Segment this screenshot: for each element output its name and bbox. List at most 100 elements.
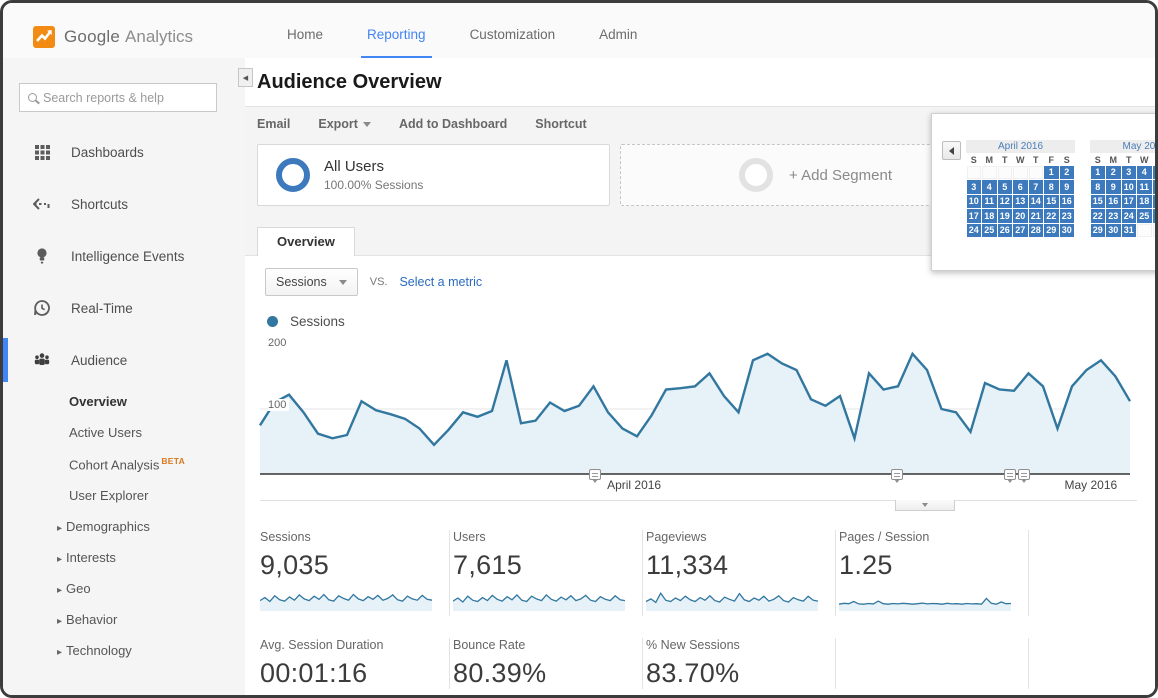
calendar-day[interactable]: 25 (982, 224, 997, 238)
calendar-day[interactable]: 24 (967, 224, 982, 238)
select-metric-link[interactable]: Select a metric (399, 275, 482, 289)
annotation-marker-icon[interactable] (891, 469, 903, 480)
calendar-day[interactable]: 24 (1122, 209, 1137, 223)
calendar-day[interactable]: 14 (1029, 195, 1044, 209)
calendar-day[interactable]: 16 (1060, 195, 1075, 209)
calendar-day[interactable]: 23 (1060, 209, 1075, 223)
topnav-admin[interactable]: Admin (579, 13, 657, 60)
sidebar-item-dashboards[interactable]: Dashboards (3, 126, 245, 178)
topnav-home[interactable]: Home (267, 13, 343, 60)
calendar-day[interactable]: 22 (1044, 209, 1059, 223)
calendar-day[interactable]: 8 (1044, 180, 1059, 194)
calendar-day[interactable]: 9 (1106, 180, 1121, 194)
toolbar-shortcut[interactable]: Shortcut (535, 117, 586, 131)
calendar-day[interactable]: 16 (1106, 195, 1121, 209)
sidebar-item-intelligence-events[interactable]: Intelligence Events (3, 230, 245, 282)
weekday-label: F (1044, 155, 1060, 165)
calendar-day[interactable]: 26 (1153, 209, 1158, 223)
calendar-day[interactable]: 15 (1091, 195, 1106, 209)
sidebar-collapse-button[interactable]: ◀ (238, 68, 253, 87)
calendar-day[interactable]: 13 (1013, 195, 1028, 209)
calendar-day[interactable]: 5 (998, 180, 1013, 194)
subnav-item-interests[interactable]: ▸Interests (3, 542, 245, 573)
calendar-day[interactable]: 18 (1137, 195, 1152, 209)
topnav-customization[interactable]: Customization (450, 13, 576, 60)
calendar-day[interactable]: 5 (1153, 166, 1158, 180)
calendar-day[interactable]: 18 (982, 209, 997, 223)
calendar-day[interactable]: 23 (1106, 209, 1121, 223)
calendar-day[interactable]: 27 (1013, 224, 1028, 238)
calendar-week-row: 10111213141516 (966, 194, 1075, 209)
calendar-day[interactable]: 9 (1060, 180, 1075, 194)
search-input[interactable] (43, 91, 203, 105)
calendar-day[interactable]: 19 (998, 209, 1013, 223)
primary-metric-dropdown[interactable]: Sessions (265, 268, 358, 296)
calendar-day[interactable]: 10 (1122, 180, 1137, 194)
subnav-item-cohort-analysis[interactable]: Cohort AnalysisBETA (3, 448, 245, 480)
subnav-item-technology[interactable]: ▸Technology (3, 635, 245, 666)
expand-arrow-icon: ▸ (57, 647, 62, 658)
annotation-marker-icon[interactable] (1004, 469, 1016, 480)
segment-all-users[interactable]: All Users 100.00% Sessions (257, 144, 610, 206)
annotation-marker-icon[interactable] (589, 469, 601, 480)
toolbar-export[interactable]: Export (318, 117, 371, 131)
subnav-item-behavior[interactable]: ▸Behavior (3, 604, 245, 635)
calendar-day[interactable]: 1 (1044, 166, 1059, 180)
sidebar-item-shortcuts[interactable]: Shortcuts (3, 178, 245, 230)
calendar-day[interactable]: 6 (1013, 180, 1028, 194)
subnav-item-active-users[interactable]: Active Users (3, 417, 245, 448)
subnav-item-demographics[interactable]: ▸Demographics (3, 511, 245, 542)
sidebar-item-real-time[interactable]: Real-Time (3, 282, 245, 334)
weekday-label: M (982, 155, 998, 165)
calendar-day[interactable]: 15 (1044, 195, 1059, 209)
calendar-day[interactable]: 12 (998, 195, 1013, 209)
calendar-day[interactable]: 30 (1106, 224, 1121, 238)
calendar-day[interactable]: 29 (1091, 224, 1106, 238)
annotations-toggle-button[interactable] (895, 500, 955, 511)
calendar-day[interactable]: 3 (1122, 166, 1137, 180)
google-analytics-logo[interactable]: Google Analytics (33, 26, 261, 48)
calendar-day[interactable]: 11 (1137, 180, 1152, 194)
app-window: Google Analytics HomeReportingCustomizat… (0, 0, 1158, 698)
topnav-reporting[interactable]: Reporting (347, 13, 446, 60)
calendar-day[interactable]: 10 (967, 195, 982, 209)
calendar-day[interactable]: 17 (967, 209, 982, 223)
expand-arrow-icon: ▸ (57, 523, 62, 534)
calendar-day[interactable]: 1 (1091, 166, 1106, 180)
search-box[interactable] (19, 83, 217, 112)
calendar-day[interactable]: 7 (1029, 180, 1044, 194)
calendar-day[interactable]: 12 (1153, 180, 1158, 194)
toolbar-add-to-dashboard[interactable]: Add to Dashboard (399, 117, 507, 131)
calendar-day[interactable]: 19 (1153, 195, 1158, 209)
sidebar-item-label: Real-Time (71, 301, 133, 316)
calendar-day[interactable]: 17 (1122, 195, 1137, 209)
calendar-day[interactable]: 4 (982, 180, 997, 194)
annotation-marker-icon[interactable] (1018, 469, 1030, 480)
calendar-day-empty (1137, 224, 1152, 238)
metric-sparkline (839, 585, 1011, 611)
subnav-item-overview[interactable]: Overview (3, 386, 245, 417)
calendar-prev-month-button[interactable] (942, 141, 961, 160)
calendar-day[interactable]: 29 (1044, 224, 1059, 238)
calendar-day[interactable]: 20 (1013, 209, 1028, 223)
toolbar-email[interactable]: Email (257, 117, 290, 131)
sidebar-item-label: Shortcuts (71, 197, 128, 212)
calendar-day[interactable]: 28 (1029, 224, 1044, 238)
calendar-day[interactable]: 3 (967, 180, 982, 194)
calendar-day[interactable]: 25 (1137, 209, 1152, 223)
subnav-item-geo[interactable]: ▸Geo (3, 573, 245, 604)
calendar-day[interactable]: 8 (1091, 180, 1106, 194)
tab-overview[interactable]: Overview (257, 227, 355, 256)
calendar-day[interactable]: 2 (1106, 166, 1121, 180)
calendar-day[interactable]: 11 (982, 195, 997, 209)
calendar-day[interactable]: 21 (1029, 209, 1044, 223)
sidebar-item-audience[interactable]: Audience (3, 334, 245, 386)
calendar-day[interactable]: 4 (1137, 166, 1152, 180)
subnav-item-user-explorer[interactable]: User Explorer (3, 480, 245, 511)
calendar-day[interactable]: 30 (1060, 224, 1075, 238)
calendar-week-row: 15161718192021 (1090, 194, 1158, 209)
calendar-day[interactable]: 31 (1122, 224, 1137, 238)
calendar-day[interactable]: 26 (998, 224, 1013, 238)
calendar-day[interactable]: 22 (1091, 209, 1106, 223)
calendar-day[interactable]: 2 (1060, 166, 1075, 180)
